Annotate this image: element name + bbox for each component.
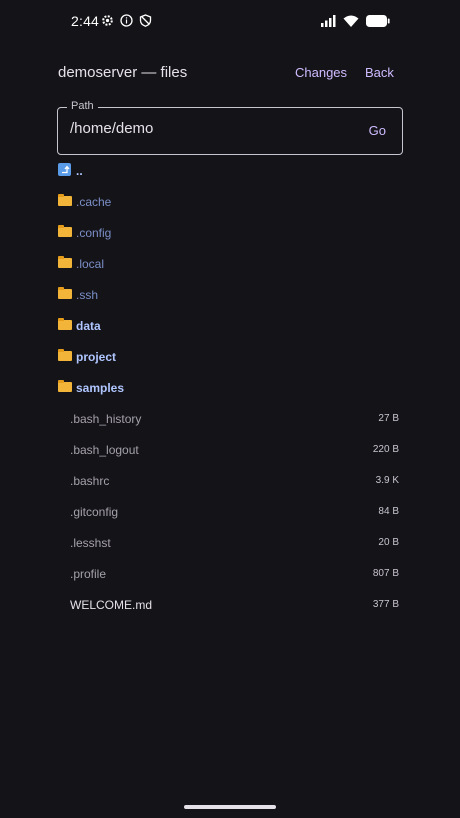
file-row[interactable]: .bash_logout 220 B [0, 434, 460, 465]
file-size: 27 B [378, 413, 399, 424]
entry-name: .lesshst [70, 536, 111, 550]
file-row[interactable]: .gitconfig 84 B [0, 496, 460, 527]
entry-name: .. [76, 164, 83, 178]
status-time: 2:44 [71, 13, 100, 29]
entry-name: samples [76, 381, 125, 395]
status-icons-right [321, 14, 390, 32]
file-size: 3.9 K [375, 475, 399, 486]
path-field-label: Path [67, 100, 98, 112]
back-button[interactable]: Back [365, 65, 394, 80]
file-size: 807 B [372, 568, 399, 579]
entry-name: WELCOME.md [70, 598, 153, 612]
folder-icon [58, 225, 72, 238]
gesture-navigation-bar[interactable] [184, 805, 276, 809]
entry-name: .bash_history [70, 412, 142, 426]
status-icons-left [101, 14, 152, 27]
path-field[interactable]: Path Go [57, 100, 403, 155]
status-bar: 2:44 [0, 0, 460, 44]
parent-directory-row[interactable]: .. [0, 155, 460, 186]
go-button[interactable]: Go [369, 123, 386, 138]
directory-row[interactable]: .config [0, 217, 460, 248]
folder-icon [58, 287, 72, 300]
wifi-icon [343, 14, 359, 32]
file-size: 377 B [372, 599, 399, 610]
app-bar: demoserver — files Changes Back [0, 50, 460, 94]
directory-row[interactable]: data [0, 310, 460, 341]
file-size: 220 B [372, 444, 399, 455]
directory-row[interactable]: .cache [0, 186, 460, 217]
directory-row[interactable]: samples [0, 372, 460, 403]
entry-name: .ssh [76, 288, 99, 302]
directory-row[interactable]: .local [0, 248, 460, 279]
file-size: 20 B [378, 537, 399, 548]
app-title: demoserver — files [58, 64, 188, 81]
folder-icon [58, 256, 72, 269]
info-icon [120, 14, 133, 27]
directory-row[interactable]: .ssh [0, 279, 460, 310]
up-arrow-icon [58, 163, 72, 176]
file-row[interactable]: WELCOME.md 377 B [0, 589, 460, 620]
file-row[interactable]: .bashrc 3.9 K [0, 465, 460, 496]
entry-name: .bash_logout [70, 443, 139, 457]
entry-name: project [76, 350, 117, 364]
entry-name: data [76, 319, 101, 333]
battery-icon [366, 14, 390, 32]
folder-icon [58, 380, 72, 393]
entry-name: .bashrc [70, 474, 110, 488]
entry-name: .gitconfig [70, 505, 119, 519]
cell-signal-icon [321, 14, 336, 32]
path-input[interactable] [70, 120, 340, 137]
file-row[interactable]: .profile 807 B [0, 558, 460, 589]
folder-icon [58, 349, 72, 362]
folder-icon [58, 194, 72, 207]
entry-name: .config [76, 226, 112, 240]
shield-icon [139, 14, 152, 27]
file-row[interactable]: .lesshst 20 B [0, 527, 460, 558]
entry-name: .profile [70, 567, 107, 581]
file-size: 84 B [378, 506, 399, 517]
settings-gear-icon [101, 14, 114, 27]
entry-name: .local [76, 257, 105, 271]
directory-row[interactable]: project [0, 341, 460, 372]
changes-button[interactable]: Changes [295, 65, 347, 80]
folder-icon [58, 318, 72, 331]
file-row[interactable]: .bash_history 27 B [0, 403, 460, 434]
entry-name: .cache [76, 195, 112, 209]
file-list: .. .cache .config .local .ssh data project samp… [0, 155, 460, 620]
